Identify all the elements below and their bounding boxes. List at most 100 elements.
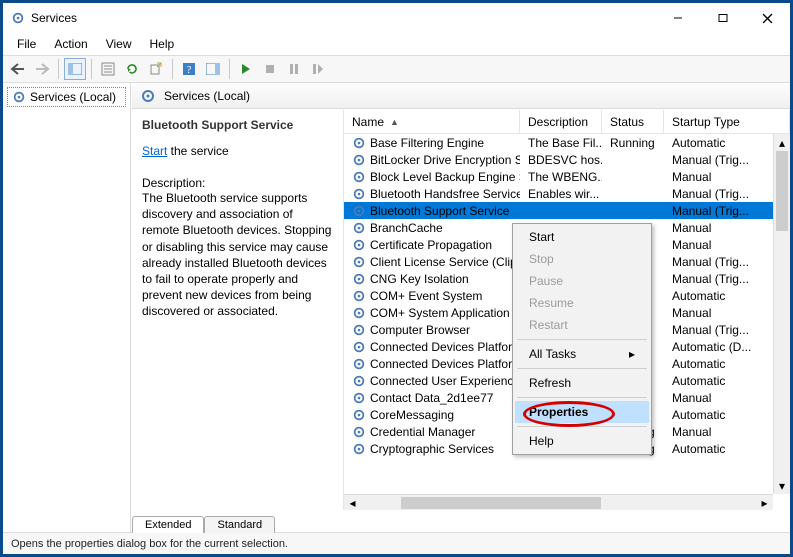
service-icon (352, 221, 366, 235)
cm-refresh[interactable]: Refresh (515, 372, 649, 394)
service-icon (352, 340, 366, 354)
service-name: Connected Devices Platform ... (370, 357, 520, 371)
service-startup: Manual (664, 238, 773, 252)
menu-help[interactable]: Help (142, 35, 183, 53)
service-icon (352, 272, 366, 286)
show-hide-tree-button[interactable] (64, 58, 86, 80)
cm-resume: Resume (515, 292, 649, 314)
service-name: Block Level Backup Engine Se... (370, 170, 520, 184)
service-name: Bluetooth Handsfree Service (370, 187, 520, 201)
service-row[interactable]: Block Level Backup Engine Se...The WBENG… (344, 168, 773, 185)
service-startup: Manual (664, 425, 773, 439)
service-status: Running (602, 136, 664, 150)
minimize-button[interactable] (655, 3, 700, 33)
service-icon (352, 187, 366, 201)
scrollbar-thumb[interactable] (776, 151, 788, 231)
service-startup: Manual (664, 170, 773, 184)
service-name: COM+ System Application (370, 306, 510, 320)
service-startup: Automatic (664, 136, 773, 150)
service-icon (352, 425, 366, 439)
pause-service-button[interactable] (283, 58, 305, 80)
properties-button[interactable] (97, 58, 119, 80)
start-suffix: the service (167, 144, 228, 158)
cm-start[interactable]: Start (515, 226, 649, 248)
menu-view[interactable]: View (98, 35, 140, 53)
services-window: Services File Action View Help ? (0, 0, 793, 557)
service-row[interactable]: Bluetooth Support Service Manual (Trig... (344, 202, 773, 219)
start-service-link[interactable]: Start (142, 144, 167, 158)
scroll-right-icon[interactable]: ▸ (756, 495, 773, 511)
service-name: Certificate Propagation (370, 238, 492, 252)
service-name: CNG Key Isolation (370, 272, 469, 286)
title-bar: Services (3, 3, 790, 33)
start-service-button[interactable] (235, 58, 257, 80)
service-icon (352, 323, 366, 337)
service-row[interactable]: Base Filtering Engine The Base Fil...Runn… (344, 134, 773, 151)
service-name: Connected Devices Platform ... (370, 340, 520, 354)
forward-button[interactable] (31, 58, 53, 80)
service-startup: Automatic (664, 408, 773, 422)
cm-all-tasks[interactable]: All Tasks▸ (515, 343, 649, 365)
service-row[interactable]: BitLocker Drive Encryption Se...BDESVC h… (344, 151, 773, 168)
service-desc: The Base Fil... (520, 136, 602, 150)
description-text: The Bluetooth service supports discovery… (142, 190, 333, 320)
scroll-up-icon[interactable]: ▴ (774, 134, 790, 151)
export-button[interactable] (145, 58, 167, 80)
menu-file[interactable]: File (9, 35, 44, 53)
content-header: Services (Local) (132, 83, 790, 109)
help-button[interactable]: ? (178, 58, 200, 80)
refresh-button[interactable] (121, 58, 143, 80)
scroll-down-icon[interactable]: ▾ (774, 477, 790, 494)
service-startup: Automatic (664, 442, 773, 456)
service-name: Connected User Experiences ... (370, 374, 520, 388)
scrollbar-thumb-h[interactable] (401, 497, 601, 509)
service-startup: Automatic (664, 374, 773, 388)
gear-icon (140, 88, 156, 104)
chevron-right-icon: ▸ (629, 347, 635, 361)
service-icon (352, 408, 366, 422)
service-name: COM+ Event System (370, 289, 482, 303)
service-name: CoreMessaging (370, 408, 454, 422)
description-label: Description: (142, 176, 333, 190)
column-headers: Name▲ Description Status Startup Type (344, 110, 790, 134)
window-controls (655, 3, 790, 33)
service-icon (352, 374, 366, 388)
service-startup: Automatic (D... (664, 340, 773, 354)
tab-extended[interactable]: Extended (132, 516, 204, 533)
stop-service-button[interactable] (259, 58, 281, 80)
service-startup: Manual (Trig... (664, 153, 773, 167)
cm-pause: Pause (515, 270, 649, 292)
column-startup[interactable]: Startup Type (664, 110, 790, 133)
service-row[interactable]: Bluetooth Handsfree ServiceEnables wir..… (344, 185, 773, 202)
menu-action[interactable]: Action (46, 35, 95, 53)
service-name: Credential Manager (370, 425, 475, 439)
service-name: Computer Browser (370, 323, 470, 337)
service-icon (352, 442, 366, 456)
horizontal-scrollbar[interactable]: ◂ ▸ (344, 494, 773, 511)
vertical-scrollbar[interactable]: ▴ ▾ (773, 134, 790, 494)
scroll-left-icon[interactable]: ◂ (344, 495, 361, 511)
cm-properties[interactable]: Properties (515, 401, 649, 423)
service-icon (352, 255, 366, 269)
close-button[interactable] (745, 3, 790, 33)
column-description[interactable]: Description (520, 110, 602, 133)
maximize-button[interactable] (700, 3, 745, 33)
cm-stop: Stop (515, 248, 649, 270)
service-icon (352, 391, 366, 405)
svg-text:?: ? (187, 64, 192, 76)
back-button[interactable] (7, 58, 29, 80)
tree-item-services-local[interactable]: Services (Local) (7, 87, 126, 107)
service-startup: Manual (Trig... (664, 204, 773, 218)
service-icon (352, 153, 366, 167)
tab-standard[interactable]: Standard (204, 516, 275, 533)
service-startup: Manual (664, 391, 773, 405)
restart-service-button[interactable] (307, 58, 329, 80)
view-tabs: Extended Standard (132, 510, 790, 532)
column-status[interactable]: Status (602, 110, 664, 133)
service-desc: Enables wir... (520, 187, 602, 201)
service-name: Base Filtering Engine (370, 136, 484, 150)
show-hide-action-button[interactable] (202, 58, 224, 80)
service-name: Bluetooth Support Service (370, 204, 509, 218)
column-name[interactable]: Name▲ (344, 110, 520, 133)
cm-help[interactable]: Help (515, 430, 649, 452)
